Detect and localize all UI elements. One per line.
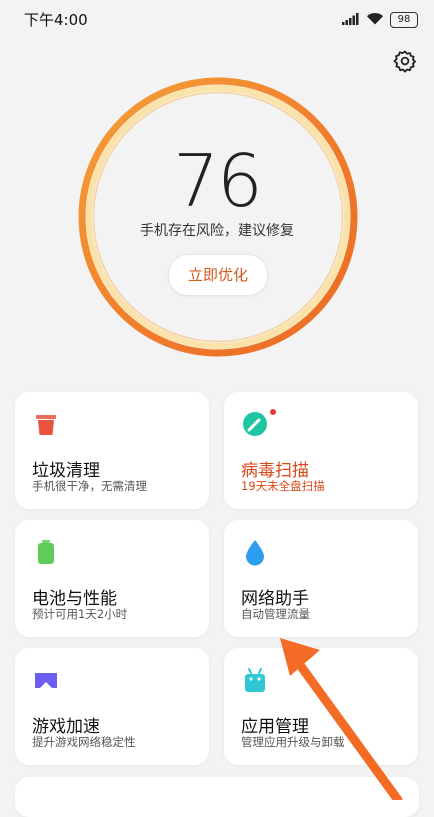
bottom-card[interactable] (15, 777, 419, 817)
signal-icon (342, 10, 360, 29)
gear-icon (393, 50, 416, 73)
notification-dot (270, 409, 276, 415)
tool-subtitle: 手机很干净，无需清理 (32, 479, 147, 493)
virus-scan-icon (243, 412, 267, 436)
trash-icon (36, 415, 56, 435)
wifi-icon (366, 10, 384, 29)
tool-card-virus-scan[interactable]: 病毒扫描 19天未全盘扫描 (224, 392, 418, 509)
android-icon (245, 668, 265, 692)
score-value: 76 (173, 139, 263, 223)
battery-icon (38, 540, 54, 564)
optimize-button[interactable]: 立即优化 (168, 254, 268, 296)
tool-card-game-boost[interactable]: 游戏加速 提升游戏网络稳定性 (15, 648, 209, 765)
tool-subtitle: 提升游戏网络稳定性 (32, 735, 136, 749)
tool-card-battery-performance[interactable]: 电池与性能 预计可用1天2小时 (15, 520, 209, 637)
status-time: 下午4:00 (24, 11, 88, 29)
tool-subtitle: 管理应用升级与卸载 (241, 735, 345, 749)
tool-subtitle: 19天未全盘扫描 (241, 479, 325, 493)
gamepad-icon (35, 673, 57, 688)
tool-subtitle: 预计可用1天2小时 (32, 607, 128, 621)
status-bar: 下午4:00 98 (0, 0, 434, 36)
score-description: 手机存在风险，建议修复 (140, 223, 294, 239)
settings-button[interactable] (393, 49, 417, 73)
tool-subtitle: 自动管理流量 (241, 607, 310, 621)
tool-card-network-assistant[interactable]: 网络助手 自动管理流量 (224, 520, 418, 637)
battery-indicator: 98 (390, 11, 418, 28)
tool-card-junk-cleanup[interactable]: 垃圾清理 手机很干净，无需清理 (15, 392, 209, 509)
droplet-icon (246, 540, 264, 566)
status-icons: 98 (342, 10, 418, 29)
tool-card-app-management[interactable]: 应用管理 管理应用升级与卸载 (224, 648, 418, 765)
